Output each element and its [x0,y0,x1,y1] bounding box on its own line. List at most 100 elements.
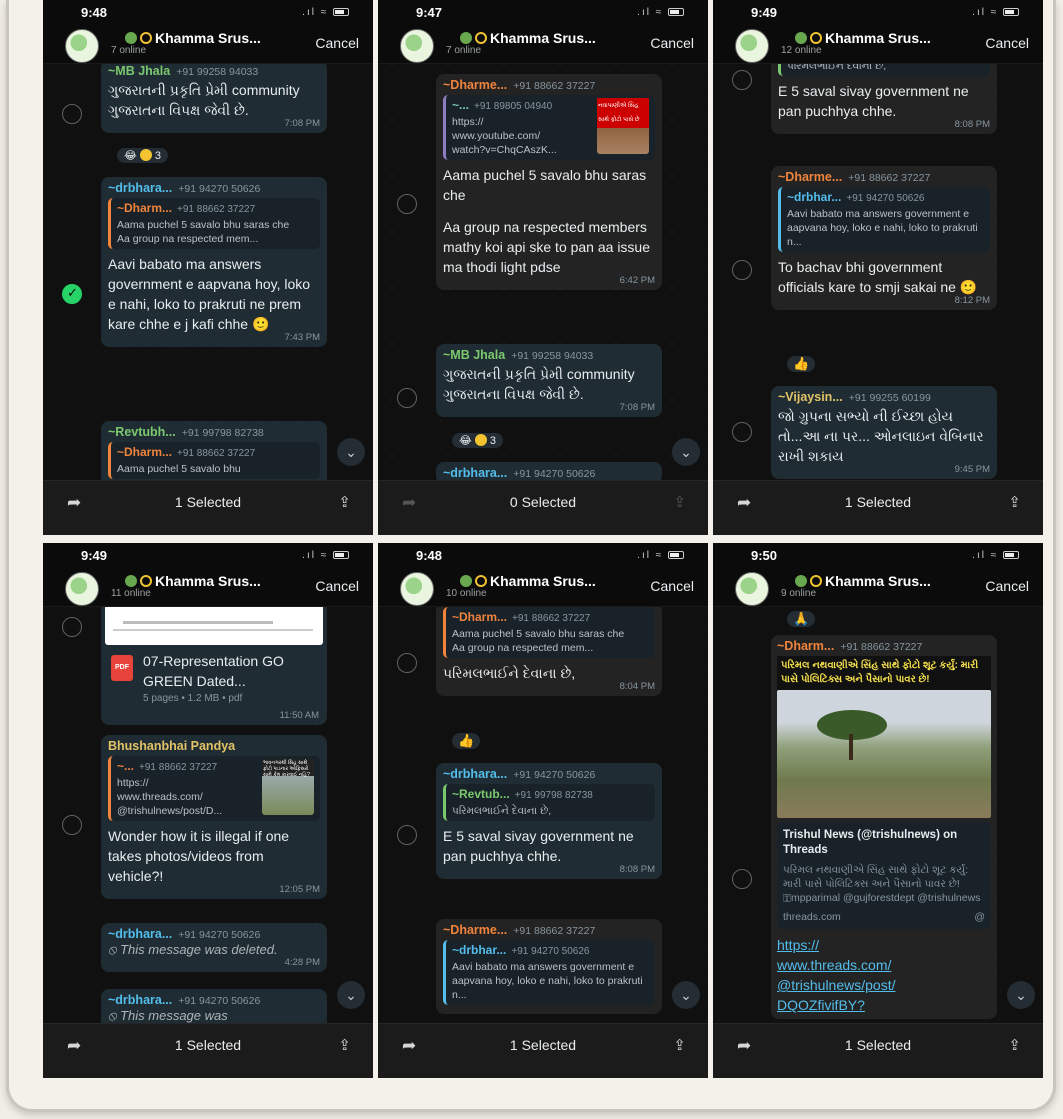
select-checkbox[interactable] [732,260,752,280]
chat-header[interactable]: Khamma Srus... 9 online Cancel [713,567,1043,607]
message-bubble[interactable]: ~MB Jhala +91 99258 94033 ગુજરાતની પ્રકૃત… [436,344,662,417]
group-name[interactable]: Khamma Srus... [125,30,261,46]
message-bubble[interactable]: Bhushanbhai Pandya ભાવનગરથી સિંહ સાથે ફો… [101,735,327,899]
quoted-message[interactable]: ~Dharm... +91 88662 37227 Aama puchel 5 s… [108,442,320,479]
cancel-button[interactable]: Cancel [985,578,1029,594]
quoted-message[interactable]: ~Dharm... +91 88662 37227 Aama puchel 5 s… [443,607,655,658]
chat-area[interactable]: ~MB Jhala +91 99258 94033 ગુજરાતની પ્રકૃત… [43,64,373,480]
group-name[interactable]: Khamma Srus... [795,30,931,46]
group-avatar[interactable] [400,29,434,63]
online-count: 11 online [111,588,151,599]
message-bubble[interactable]: ~Dharm... +91 88662 37227 પરિમલ નથવાણીએ સ… [771,635,997,1019]
group-name[interactable]: Khamma Srus... [460,30,596,46]
share-icon[interactable]: ⇪ [673,1036,686,1054]
select-checkbox-checked[interactable] [62,284,82,304]
chat-area[interactable]: ~Dharme... +91 88662 37227 નવાપાણીએ સિંહ … [378,64,708,480]
message-bubble[interactable]: ~drbhara... +91 94270 50626 ⦸ This messag… [101,989,327,1023]
cancel-button[interactable]: Cancel [315,35,359,51]
phone-screen-4: 9:49 .ıl ≈ Khamma Srus... 11 online Canc… [43,543,373,1078]
battery-icon [1003,551,1019,560]
link-preview-card[interactable]: Trishul News (@trishulnews) on Threads પ… [777,822,991,929]
chat-area[interactable]: ~Dharm... +91 88662 37227 Aama puchel 5 s… [378,607,708,1023]
chat-area[interactable]: પરિમલભાઈને દેવાના છે, E 5 saval sivay go… [713,64,1043,480]
phone-screen-2: 9:47 .ıl ≈ Khamma Srus... 7 online Cance… [378,0,708,535]
chevron-down-icon[interactable]: ⌄ [1007,981,1035,1009]
message-bubble[interactable]: ~Dharme... +91 88662 37227 નવાપાણીએ સિંહ … [436,74,662,290]
select-checkbox[interactable] [62,815,82,835]
chevron-down-icon[interactable]: ⌄ [337,981,365,1009]
message-link[interactable]: https:// www.threads.com/ @trishulnews/p… [777,935,991,1015]
status-time: 9:49 [81,548,108,563]
chat-header[interactable]: Khamma Srus... 12 online Cancel [713,24,1043,64]
chat-area[interactable]: PDF 07-Representation GO GREEN Dated... … [43,607,373,1023]
chat-header[interactable]: Khamma Srus... 7 online Cancel [43,24,373,64]
share-icon[interactable]: ⇪ [1008,1036,1021,1054]
online-count: 12 online [781,45,822,56]
message-bubble[interactable]: ~Dharme... +91 88662 37227 ~drbhar... +91 … [771,166,997,310]
reaction-badge[interactable]: 👍 [452,733,481,749]
message-bubble[interactable]: ~Dharm... +91 88662 37227 Aama puchel 5 s… [436,607,662,696]
quoted-link[interactable]: નવાપાણીએ સિંહ સાથે ફોટો પાસે છે ~... +91 … [443,95,655,160]
quoted-message[interactable]: ~Dharm... +91 88662 37227 Aama puchel 5 s… [108,198,320,249]
quoted-message[interactable]: પરિમલભાઈને દેવાના છે, [778,64,990,76]
selected-count: 1 Selected [844,1037,912,1053]
share-icon[interactable]: ⇪ [1008,493,1021,511]
select-checkbox[interactable] [62,104,82,124]
reaction-badge[interactable]: 😂 3 [452,433,504,448]
cancel-button[interactable]: Cancel [315,578,359,594]
message-sender: ~drbhara... +91 94270 50626 [108,993,261,1007]
message-bubble[interactable]: ~MB Jhala +91 99258 94033 ગુજરાતની પ્રકૃત… [101,64,327,133]
group-name[interactable]: Khamma Srus... [125,573,261,589]
reaction-badge[interactable]: 👍 [787,356,816,372]
group-avatar[interactable] [735,29,769,63]
message-bubble[interactable]: પરિમલભાઈને દેવાના છે, E 5 saval sivay go… [771,64,997,134]
link-thumbnail: નવાપાણીએ સિંહ સાથે ફોટો પાસે છે [597,98,649,154]
message-bubble[interactable]: ~drbhara... +91 94270 50626 ~Revtub... +91… [436,763,662,879]
chevron-down-icon[interactable]: ⌄ [672,438,700,466]
message-bubble[interactable]: ~drbhara... +91 94270 50626 ~Dharm... +91 … [101,177,327,347]
select-checkbox[interactable] [732,869,752,889]
share-icon[interactable]: ⇪ [338,493,351,511]
message-bubble[interactable]: ~Revtubh... +91 99798 82738 ~Dharm... +91 … [101,421,327,480]
chevron-down-icon[interactable]: ⌄ [337,438,365,466]
share-icon[interactable]: ⇪ [673,493,686,511]
signal-icon: .ıl ≈ [972,7,1019,18]
share-icon[interactable]: ⇪ [338,1036,351,1054]
cancel-button[interactable]: Cancel [650,35,694,51]
pdf-document-message[interactable]: PDF 07-Representation GO GREEN Dated... … [101,607,327,725]
link-preview-image[interactable] [777,690,991,818]
message-bubble[interactable]: ~drbhara... +91 94270 50626 ⦸ This messag… [101,923,327,972]
reaction-badge[interactable]: 🙏 [787,611,816,627]
group-avatar[interactable] [735,572,769,606]
select-checkbox[interactable] [397,825,417,845]
chat-header[interactable]: Khamma Srus... 10 online Cancel [378,567,708,607]
chevron-down-icon[interactable]: ⌄ [672,981,700,1009]
select-checkbox[interactable] [397,653,417,673]
selection-toolbar: ➦ 1 Selected ⇪ [713,1023,1043,1078]
online-count: 10 online [446,588,487,599]
message-sender: ~Dharme... +91 88662 37227 [778,170,931,184]
group-name[interactable]: Khamma Srus... [795,573,931,589]
quoted-message[interactable]: ~drbhar... +91 94270 50626 Aavi babato ma… [778,187,990,252]
group-avatar[interactable] [65,29,99,63]
quoted-message[interactable]: ~Revtub... +91 99798 82738 પરિમલભાઈને દેવ… [443,784,655,821]
message-bubble[interactable]: ~Vijaysin... +91 99255 60199 જો ગ્રુપના સ… [771,386,997,479]
select-checkbox[interactable] [397,194,417,214]
select-checkbox[interactable] [732,70,752,90]
group-name[interactable]: Khamma Srus... [460,573,596,589]
cancel-button[interactable]: Cancel [985,35,1029,51]
group-avatar[interactable] [400,572,434,606]
cancel-button[interactable]: Cancel [650,578,694,594]
quoted-message[interactable]: ~drbhar... +91 94270 50626 Aavi babato ma… [443,940,655,1005]
group-avatar[interactable] [65,572,99,606]
select-checkbox[interactable] [62,617,82,637]
message-bubble[interactable]: ~Dharme... +91 88662 37227 ~drbhar... +91 … [436,919,662,1014]
quoted-link[interactable]: ભાવનગરથી સિંહ સાથે ફોટો પાડનાર ઓફિસરો સા… [108,756,320,821]
select-checkbox[interactable] [732,422,752,442]
chat-header[interactable]: Khamma Srus... 7 online Cancel [378,24,708,64]
reaction-badge[interactable]: 😂 3 [117,148,169,163]
chat-header[interactable]: Khamma Srus... 11 online Cancel [43,567,373,607]
message-bubble[interactable]: ~drbhara... +91 94270 50626 [436,462,662,480]
select-checkbox[interactable] [397,388,417,408]
chat-area[interactable]: 🙏 ~Dharm... +91 88662 37227 પરિમલ નથવાણીએ… [713,607,1043,1023]
